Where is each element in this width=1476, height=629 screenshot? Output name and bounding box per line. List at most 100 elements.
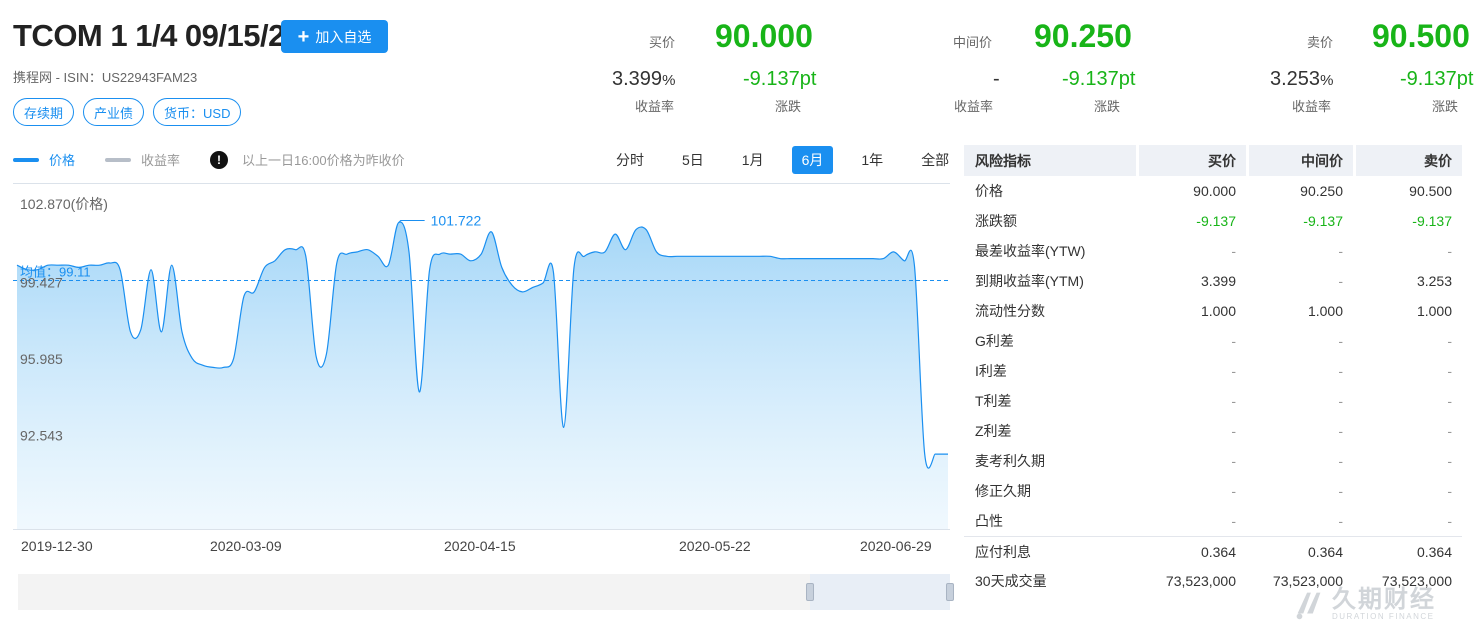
navigator-left-handle[interactable]: [806, 574, 814, 610]
risk-row-label: 流动性分数: [975, 303, 1045, 319]
risk-row-label: 凸性: [975, 513, 1003, 529]
tag-currency[interactable]: 货币：USD: [153, 98, 242, 126]
period-1y[interactable]: 1年: [851, 146, 893, 174]
mid-quote: 中间价 90.250 - -9.137pt 收益率 涨跌: [895, 18, 1135, 118]
tag-maturity-status[interactable]: 存续期: [13, 98, 75, 126]
mid-change-label: 涨跌: [1094, 99, 1121, 114]
bid-change-label: 涨跌: [775, 99, 802, 114]
bond-tags: 存续期 产业债 货币：USD: [13, 98, 242, 126]
range-navigator[interactable]: [18, 574, 954, 610]
risk-row-label: T利差: [975, 393, 1012, 409]
period-6m[interactable]: 6月: [791, 146, 834, 174]
risk-row-label: 修正久期: [975, 483, 1031, 499]
ask-label: 卖价: [1307, 35, 1334, 50]
price-chart[interactable]: 均值：99.11 102.870(价格) 99.427 95.985 92.54…: [13, 183, 950, 530]
risk-row-value: 3.253: [1416, 273, 1452, 289]
y-tick-label: 99.427: [20, 275, 63, 291]
max-leader-line: [398, 220, 425, 223]
ask-yield: 3.253%: [1270, 68, 1334, 90]
risk-row-value: -: [1231, 453, 1236, 469]
duration-finance-logo-icon: [1296, 592, 1321, 620]
x-tick-label: 2020-06-29: [860, 538, 932, 554]
risk-row-value: -9.137: [1196, 213, 1236, 229]
risk-row-value: -: [1231, 423, 1236, 439]
risk-row-convexity: 凸性 - - -: [964, 506, 1462, 536]
max-value-label: 101.722: [431, 213, 482, 229]
risk-row-value: 90.500: [1409, 183, 1452, 199]
period-1m[interactable]: 1月: [732, 146, 774, 174]
risk-row-ytw: 最差收益率(YTW) - - -: [964, 236, 1462, 266]
legend-yield[interactable]: 收益率: [105, 150, 180, 169]
risk-row-value: -: [1338, 273, 1343, 289]
risk-row-value: -: [1338, 483, 1343, 499]
y-tick-label: 95.985: [20, 351, 63, 367]
risk-row-value: -: [1231, 393, 1236, 409]
price-area-fill: [17, 222, 948, 530]
mid-price: 90.250: [1034, 18, 1132, 54]
navigator-selection[interactable]: [810, 574, 950, 610]
mid-yield-label: 收益率: [954, 99, 994, 114]
bid-label: 买价: [649, 35, 676, 50]
risk-row-price: 价格 90.000 90.250 90.500: [964, 176, 1462, 206]
risk-row-value: 0.364: [1136, 536, 1246, 566]
bond-title: TCOM 1 1/4 09/15/22: [13, 18, 302, 53]
ask-yield-label: 收益率: [1292, 99, 1332, 114]
risk-row-liquidity-score: 流动性分数 1.000 1.000 1.000: [964, 296, 1462, 326]
y-axis-label: 102.870(价格): [20, 196, 108, 212]
risk-row-value: 1.000: [1416, 303, 1452, 319]
legend-yield-swatch: [105, 157, 132, 162]
mid-change: -9.137pt: [1062, 68, 1136, 90]
mid-yield: -: [993, 68, 1000, 90]
watermark-cn: 久期财经: [1332, 585, 1436, 613]
y-tick-label: 92.543: [20, 427, 63, 443]
risk-row-change: 涨跌额 -9.137 -9.137 -9.137: [964, 206, 1462, 236]
bid-yield-label: 收益率: [635, 99, 675, 114]
risk-row-label: 最差收益率(YTW): [975, 243, 1086, 259]
ask-quote: 卖价 90.500 3.253% -9.137pt 收益率 涨跌: [1233, 18, 1473, 118]
legend-price-label: 价格: [49, 153, 76, 168]
period-5d[interactable]: 5日: [672, 146, 714, 174]
risk-row-value: 90.000: [1193, 183, 1236, 199]
risk-row-value: -: [1338, 513, 1343, 529]
x-axis: 2019-12-30 2020-03-09 2020-04-15 2020-05…: [13, 538, 950, 558]
x-tick-label: 2019-12-30: [21, 538, 93, 554]
risk-row-label: 30天成交量: [975, 573, 1047, 589]
risk-row-accrued-interest: 应付利息 0.364 0.364 0.364: [964, 536, 1462, 566]
prev-close-note: 以上一日16:00价格为昨收价: [242, 153, 405, 168]
risk-row-value: -: [1338, 453, 1343, 469]
add-to-watchlist-label: 加入自选: [315, 28, 372, 45]
chart-legend: 价格 收益率 ! 以上一日16:00价格为昨收价: [13, 150, 405, 169]
risk-row-t-spread: T利差 - - -: [964, 386, 1462, 416]
risk-row-value: 90.250: [1300, 183, 1343, 199]
header-bid: 买价: [1136, 145, 1246, 176]
risk-row-ytm: 到期收益率(YTM) 3.399 - 3.253: [964, 266, 1462, 296]
risk-row-label: I利差: [975, 363, 1007, 379]
navigator-right-handle[interactable]: [946, 574, 954, 610]
watermark-en: DURATION FINANCE: [1332, 611, 1435, 621]
risk-row-value: 0.364: [1353, 536, 1462, 566]
risk-row-label: 到期收益率(YTM): [975, 273, 1084, 289]
legend-price-swatch: [13, 157, 39, 162]
risk-row-label: 应付利息: [964, 536, 1136, 566]
tag-bond-type[interactable]: 产业债: [83, 98, 145, 126]
bid-quote: 买价 90.000 3.399% -9.137pt 收益率 涨跌: [575, 18, 816, 118]
risk-row-modified-duration: 修正久期 - - -: [964, 476, 1462, 506]
legend-price[interactable]: 价格: [13, 150, 75, 169]
risk-row-value: -: [1447, 483, 1452, 499]
risk-row-value: -9.137: [1412, 213, 1452, 229]
risk-row-value: -: [1447, 363, 1452, 379]
risk-row-value: -: [1338, 363, 1343, 379]
risk-row-label: 涨跌额: [975, 213, 1017, 229]
period-all[interactable]: 全部: [911, 146, 959, 174]
risk-indicator-table: 风险指标 买价 中间价 卖价 价格 90.000 90.250 90.500 涨跌额 -9…: [964, 145, 1462, 596]
x-tick-label: 2020-05-22: [679, 538, 751, 554]
risk-row-value: -: [1231, 513, 1236, 529]
risk-row-label: 价格: [975, 183, 1003, 199]
add-to-watchlist-button[interactable]: + 加入自选: [281, 20, 388, 53]
ask-change-label: 涨跌: [1432, 99, 1459, 114]
risk-row-value: -: [1338, 393, 1343, 409]
period-intraday[interactable]: 分时: [606, 146, 654, 174]
risk-row-value: 0.364: [1246, 536, 1353, 566]
risk-row-i-spread: I利差 - - -: [964, 356, 1462, 386]
risk-row-value: 1.000: [1200, 303, 1236, 319]
